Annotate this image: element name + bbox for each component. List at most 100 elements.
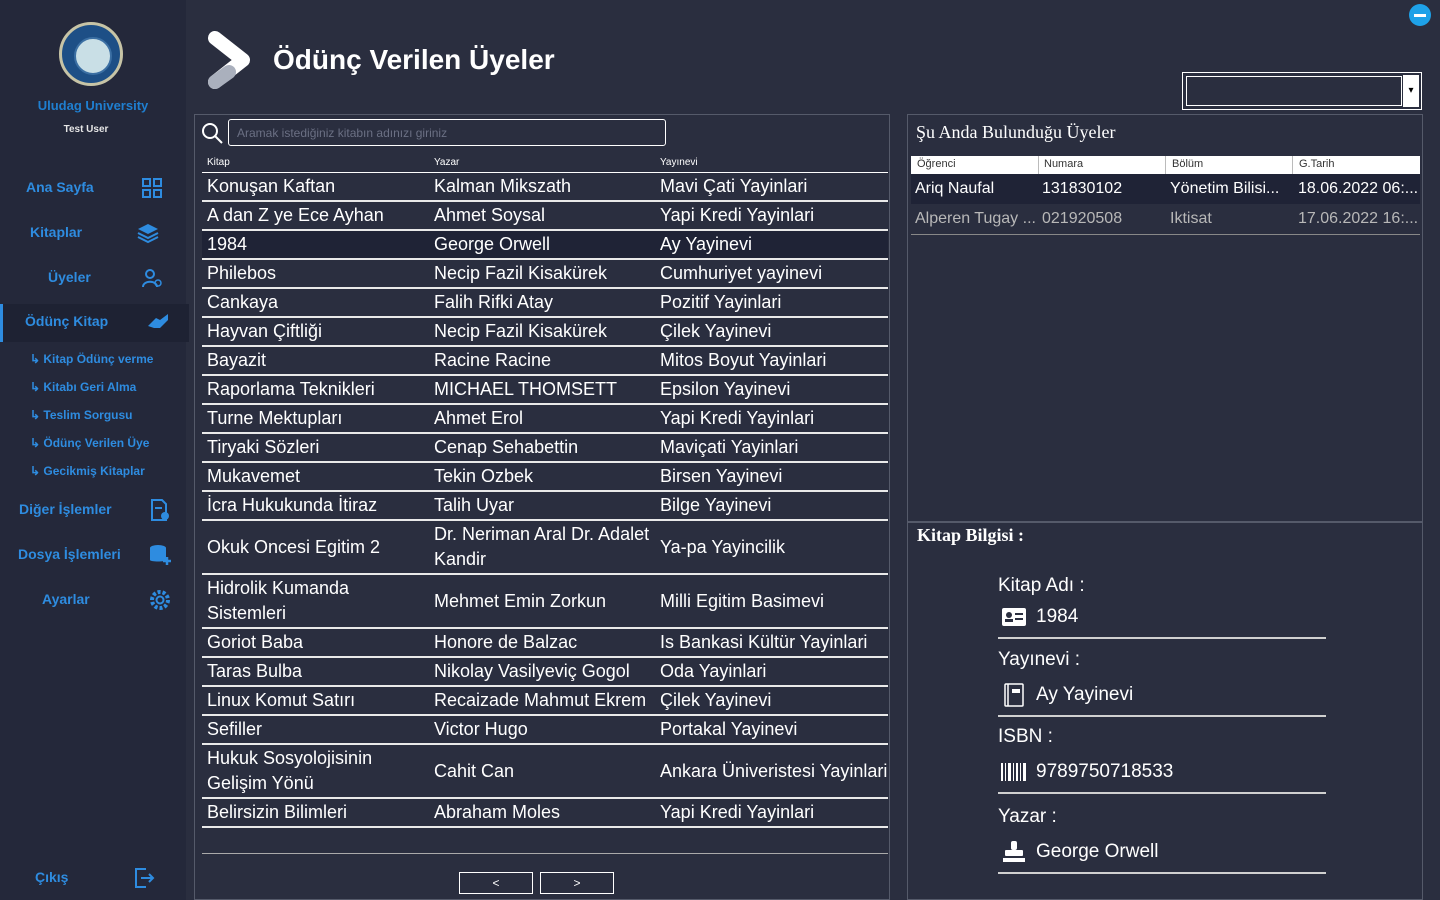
nav-kitaplar[interactable]: Kitaplar (0, 215, 186, 251)
cell-kitap: Philebos (207, 263, 277, 283)
table-row[interactable]: Hayvan Çiftliği Necip Fazil Kisakürek Çile… (202, 318, 888, 347)
member-row[interactable]: Ariq Naufal 131830102 Yönetim Bilisi... 18.… (911, 174, 1420, 204)
cell-yazar: Mehmet Emin Zorkun (434, 590, 607, 611)
nav-label: Kitaplar (30, 224, 83, 240)
cell-yayinevi: Oda Yayinlari (660, 661, 767, 681)
cell-yazar: Abraham Moles (434, 802, 561, 822)
table-row[interactable]: Belirsizin Bilimleri Abraham Moles Yapi Kr… (202, 799, 888, 828)
sub-kitabi-geri-alma[interactable]: ↳ Kitabı Geri Alma (30, 380, 136, 394)
cell-kitap: Goriot Baba (207, 632, 304, 652)
members-table: Öğrenci Numara Bölüm G.Tarih Ariq Naufal… (911, 156, 1420, 235)
nav-dosya-islemleri[interactable]: Dosya İşlemleri (0, 537, 186, 573)
cell-bolum: Yönetim Bilisi... (1170, 180, 1280, 197)
cell-yazar: Necip Fazil Kisakürek (434, 321, 608, 341)
cell-yazar: Falih Rifki Atay (434, 292, 554, 312)
table-row[interactable]: A dan Z ye Ece Ayhan Ahmet Soysal Yapi Kre… (202, 202, 888, 231)
table-row[interactable]: Raporlama Teknikleri MICHAEL THOMSETT Epsi… (202, 376, 888, 405)
user-name: Test User (63, 124, 109, 135)
col-header-bolum[interactable]: Bölüm (1172, 158, 1203, 170)
cell-bolum: Iktisat (1170, 210, 1212, 227)
nav-uyeler[interactable]: Üyeler (0, 260, 186, 296)
col-header-tarih[interactable]: G.Tarih (1299, 158, 1334, 170)
table-row[interactable]: Bayazit Racine Racine Mitos Boyut Yayinlar… (202, 347, 888, 376)
cell-yayinevi: Cumhuriyet yayinevi (660, 263, 823, 283)
cell-yazar: Honore de Balzac (434, 632, 578, 652)
col-header-yayinevi[interactable]: Yayınevi (660, 157, 698, 168)
next-page-button[interactable]: > (540, 872, 614, 894)
col-header-yazar[interactable]: Yazar (434, 157, 459, 168)
table-row[interactable]: Okuk Oncesi Egitim 2 Dr. Neriman Aral Dr.… (202, 521, 888, 575)
nav-diger-islemler[interactable]: Diğer İşlemler (0, 492, 186, 528)
nav-label: Ödünç Kitap (25, 313, 109, 329)
table-row[interactable]: Goriot Baba Honore de Balzac Is Bankasi Kü… (202, 629, 888, 658)
col-header-numara[interactable]: Numara (1044, 158, 1083, 170)
minimize-button[interactable] (1409, 4, 1431, 26)
cell-yazar: Nikolay Vasilyeviç Gogol (434, 661, 630, 681)
table-row[interactable]: Turne Mektupları Ahmet Erol Yapi Kredi Yay… (202, 405, 888, 434)
chevron-right-icon (208, 31, 250, 89)
document-settings-icon (151, 499, 169, 521)
book-search-input[interactable] (228, 119, 666, 146)
cell-yayinevi: Epsilon Yayinevi (660, 379, 791, 399)
sub-kitap-odunc-verme[interactable]: ↳ Kitap Ödünç verme (30, 352, 153, 366)
prev-page-button[interactable]: < (459, 872, 533, 894)
cell-yayinevi: Yapi Kredi Yayinlari (660, 205, 815, 225)
publisher-value: Ay Yayinevi (1036, 684, 1134, 705)
table-row[interactable]: Linux Komut Satırı Recaizade Mahmut Ekrem… (202, 687, 888, 716)
barcode-icon (1001, 763, 1026, 781)
cell-yayinevi: Çilek Yayinevi (660, 321, 772, 341)
cell-kitap: 1984 (207, 234, 248, 254)
panel-divider (907, 521, 1423, 523)
cell-yayinevi: Portakal Yayinevi (660, 719, 798, 739)
cell-yazar: Tekin Ozbek (434, 466, 534, 486)
table-row[interactable]: Sefiller Victor Hugo Portakal Yayinevi (202, 716, 888, 745)
chevron-down-icon[interactable]: ▾ (1403, 75, 1419, 107)
cell-kitap: Taras Bulba (207, 661, 303, 681)
member-filter-dropdown[interactable]: ▾ (1182, 72, 1422, 110)
cell-kitap: Tiryaki Sözleri (207, 437, 320, 457)
col-header-ogrenci[interactable]: Öğrenci (917, 158, 956, 170)
sub-teslim-sorgusu[interactable]: ↳ Teslim Sorgusu (30, 408, 133, 422)
table-row[interactable]: İcra Hukukunda İtiraz Talih Uyar Bilge Yay… (202, 492, 888, 521)
sub-gecikmis-kitaplar[interactable]: ↳ Gecikmiş Kitaplar (30, 464, 145, 478)
table-header: Öğrenci Numara Bölüm G.Tarih (911, 156, 1420, 174)
sub-odunc-verilen-uye[interactable]: ↳ Ödünç Verilen Üye (30, 436, 149, 450)
table-row[interactable]: 1984 George Orwell Ay Yayinevi (202, 231, 888, 260)
nav-ana-sayfa[interactable]: Ana Sayfa (0, 170, 186, 206)
publisher-field: Ay Yayinevi (998, 675, 1326, 717)
cell-kitap: Turne Mektupları (207, 408, 343, 428)
cell-kitap: Konuşan Kaftan (207, 176, 336, 196)
cell-kitap: Belirsizin Bilimleri (207, 802, 348, 822)
sidebar: Uludag University Test User Ana Sayfa Ki… (0, 0, 189, 900)
table-row[interactable]: Taras Bulba Nikolay Vasilyeviç Gogol Oda Y… (202, 658, 888, 687)
author-field: George Orwell (998, 832, 1326, 874)
book-icon (1004, 683, 1024, 707)
cell-tarih: 17.06.2022 16:... (1298, 210, 1419, 227)
cell-yazar: Necip Fazil Kisakürek (434, 263, 608, 283)
table-row[interactable]: Hukuk Sosyolojisinin Gelişim Yönü Cahit C… (202, 745, 888, 799)
cell-yazar: Kalman Mikszath (434, 176, 572, 196)
nav-ayarlar[interactable]: Ayarlar (0, 582, 186, 618)
isbn-field: 9789750718533 (998, 752, 1326, 794)
member-row[interactable]: Alperen Tugay ... 021920508 Iktisat 17.06.2… (911, 204, 1420, 235)
cell-yayinevi: Çilek Yayinevi (660, 690, 772, 710)
cell-kitap: Sefiller (207, 719, 263, 739)
cell-yazar: Cenap Sehabettin (434, 437, 579, 457)
table-row[interactable]: Konuşan Kaftan Kalman Mikszath Mavi Çati Y… (202, 173, 888, 202)
cell-yazar: Ahmet Erol (434, 408, 524, 428)
table-row[interactable]: Hidrolik Kumanda Sistemleri Mehmet Emin Z… (202, 575, 888, 629)
book-table: Kitap Yazar Yayınevi Konuşan Kaftan Kalma… (202, 156, 888, 828)
handshake-book-icon (148, 314, 168, 328)
cell-numara: 021920508 (1042, 210, 1123, 227)
nav-cikis[interactable]: Çıkış (0, 860, 186, 896)
table-row[interactable]: Tiryaki Sözleri Cenap Sehabettin Maviçati … (202, 434, 888, 463)
nav-odunc-kitap[interactable]: Ödünç Kitap (0, 304, 189, 342)
table-row[interactable]: Cankaya Falih Rifki Atay Pozitif Yayinlari (202, 289, 888, 318)
col-header-kitap[interactable]: Kitap (207, 157, 230, 168)
nav-label: Çıkış (35, 869, 69, 885)
cell-yayinevi: Yapi Kredi Yayinlari (660, 408, 815, 428)
table-row[interactable]: Mukavemet Tekin Ozbek Birsen Yayinevi (202, 463, 888, 492)
page-title: Ödünç Verilen Üyeler (273, 44, 555, 75)
id-card-icon (1002, 608, 1026, 626)
table-row[interactable]: Philebos Necip Fazil Kisakürek Cumhuriyet … (202, 260, 888, 289)
